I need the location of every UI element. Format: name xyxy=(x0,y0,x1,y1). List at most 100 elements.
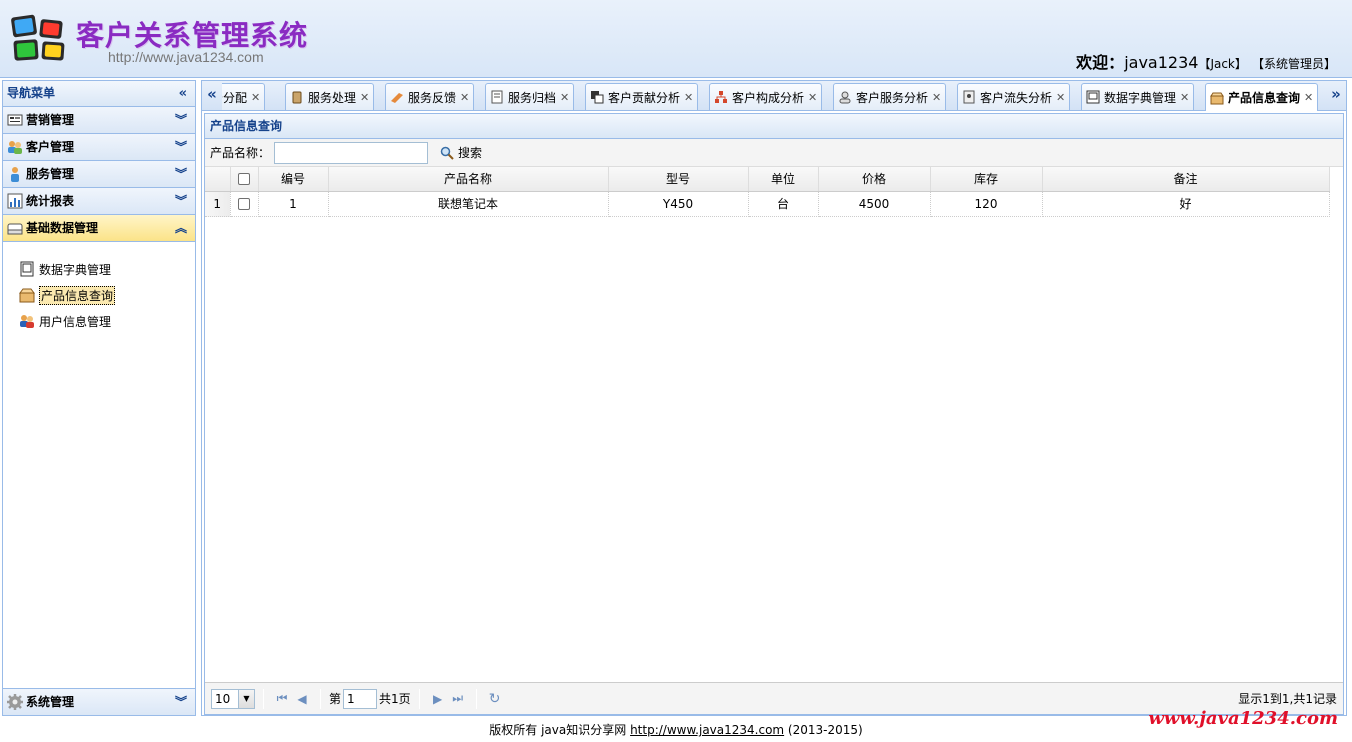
tab-data-dictionary[interactable]: 数据字典管理 ✕ xyxy=(1081,83,1195,110)
sidebar-item-label: 用户信息管理 xyxy=(39,314,112,329)
product-icon xyxy=(1210,92,1224,104)
tab-customer-service-analysis[interactable]: 客户服务分析 ✕ xyxy=(833,83,947,110)
marketing-icon xyxy=(7,114,23,126)
sidebar-item-dictionary[interactable]: 数据字典管理 xyxy=(19,256,195,282)
close-icon[interactable]: ✕ xyxy=(251,91,260,104)
sidebar-item-product[interactable]: 产品信息查询 xyxy=(19,282,195,308)
watermark: www.java1234.com xyxy=(1148,708,1338,729)
page-prefix: 第 xyxy=(329,692,342,706)
logo-icon xyxy=(11,14,65,61)
close-icon[interactable]: ✕ xyxy=(360,91,369,104)
column-header-unit[interactable]: 单位 xyxy=(748,167,819,192)
select-all-cell xyxy=(230,167,259,192)
footer-link[interactable]: http://www.java1234.com xyxy=(630,723,784,737)
row-checkbox[interactable] xyxy=(238,198,250,211)
column-header-stock[interactable]: 库存 xyxy=(930,167,1043,192)
column-header-price[interactable]: 价格 xyxy=(818,167,931,192)
nav-section-label: 营销管理 xyxy=(26,113,75,127)
grid-header: 编号 产品名称 型号 单位 价格 库存 备注 xyxy=(205,167,1330,192)
tab-service-feedback[interactable]: 服务反馈 ✕ xyxy=(385,83,475,110)
tab-label: 数据字典管理 xyxy=(1104,90,1177,105)
column-header-id[interactable]: 编号 xyxy=(258,167,329,192)
nav-section-marketing[interactable]: 营销管理 ︾ xyxy=(3,107,195,134)
nav-section-label: 服务管理 xyxy=(26,167,75,181)
nav-section-customer[interactable]: 客户管理 ︾ xyxy=(3,134,195,161)
sidebar-item-label: 数据字典管理 xyxy=(39,262,112,277)
gear-icon xyxy=(7,694,23,710)
tab-service-process[interactable]: 服务处理 ✕ xyxy=(285,83,375,110)
refresh-icon[interactable]: ↻ xyxy=(485,691,505,707)
tab-product-query[interactable]: 产品信息查询 ✕ xyxy=(1205,83,1319,111)
service-icon xyxy=(11,167,19,182)
first-page-icon[interactable]: ⏮ xyxy=(272,691,292,706)
nav-section-label: 客户管理 xyxy=(26,140,75,154)
chevron-up-icon[interactable]: ︽ xyxy=(175,215,187,241)
cell-stock: 120 xyxy=(930,191,1043,217)
chevron-down-icon[interactable]: ︾ xyxy=(175,161,187,187)
tab-service-assign[interactable]: 服务分配✕ xyxy=(222,83,266,110)
chevron-down-icon[interactable]: ︾ xyxy=(175,107,187,133)
dropdown-arrow-icon[interactable]: ▼ xyxy=(238,689,254,708)
loss-icon xyxy=(963,90,975,104)
search-toolbar: 产品名称： 搜索 xyxy=(205,139,1343,167)
search-button-label: 搜索 xyxy=(458,146,483,160)
tab-label: 服务反馈 xyxy=(408,90,457,105)
tab-customer-structure[interactable]: 客户构成分析 ✕ xyxy=(709,83,823,110)
close-icon[interactable]: ✕ xyxy=(684,91,693,104)
column-header-name[interactable]: 产品名称 xyxy=(328,167,609,192)
product-name-input[interactable] xyxy=(274,141,429,164)
close-icon[interactable]: ✕ xyxy=(1056,91,1065,104)
app-title: 客户关系管理系统 xyxy=(76,19,309,52)
search-button[interactable]: 搜索 xyxy=(440,144,482,161)
contribution-icon xyxy=(591,91,604,104)
tab-scroll-right-icon[interactable]: » xyxy=(1326,81,1346,110)
page-size-select[interactable]: 10 ▼ xyxy=(211,688,255,709)
service-analysis-icon xyxy=(839,91,851,104)
pager-separator xyxy=(320,688,321,709)
tab-label: 服务处理 xyxy=(308,90,357,105)
last-page-icon[interactable]: ⏭ xyxy=(448,691,468,706)
tab-label: 服务分配 xyxy=(222,90,248,105)
close-icon[interactable]: ✕ xyxy=(460,91,469,104)
product-query-panel: 产品信息查询 产品名称： 搜索 编号 产品名称 型号 单位 价格 库存 备注 1… xyxy=(204,113,1344,715)
true-name: 【Jack】 xyxy=(1198,57,1247,71)
tab-customer-contribution[interactable]: 客户贡献分析 ✕ xyxy=(585,83,699,110)
table-row[interactable]: 1 1 联想笔记本 Y450 台 4500 120 好 xyxy=(205,191,1330,217)
report-icon xyxy=(7,193,23,209)
main-area: « 服务分配✕ 服务处理✕ 服务反馈✕ 服务归档✕ 客户贡献分析✕ xyxy=(201,80,1347,716)
select-all-checkbox[interactable] xyxy=(238,173,250,186)
nav-section-report[interactable]: 统计报表 ︾ xyxy=(3,188,195,215)
close-icon[interactable]: ✕ xyxy=(560,91,569,104)
tab-label: 客户服务分析 xyxy=(856,90,929,105)
next-page-icon[interactable]: ▶ xyxy=(428,692,448,706)
close-icon[interactable]: ✕ xyxy=(808,91,817,104)
rownum-header xyxy=(205,167,231,192)
chevron-down-icon[interactable]: ︾ xyxy=(175,689,187,715)
process-icon xyxy=(292,91,302,104)
cell-model: Y450 xyxy=(608,191,749,217)
nav-section-service[interactable]: 服务管理 ︾ xyxy=(3,161,195,188)
nav-section-basic-data[interactable]: 基础数据管理 ︽ xyxy=(3,215,195,242)
tab-label: 客户构成分析 xyxy=(732,90,805,105)
nav-section-system[interactable]: 系统管理 ︾ xyxy=(3,688,195,715)
close-icon[interactable]: ✕ xyxy=(932,91,941,104)
users-icon xyxy=(20,315,34,328)
chevron-down-icon[interactable]: ︾ xyxy=(175,134,187,160)
tab-scroll-left-icon[interactable]: « xyxy=(202,81,222,110)
chevron-down-icon[interactable]: ︾ xyxy=(175,188,187,214)
customer-icon xyxy=(8,141,22,154)
close-icon[interactable]: ✕ xyxy=(1304,91,1313,104)
column-header-remark[interactable]: 备注 xyxy=(1042,167,1330,192)
role-label: 【系统管理员】 xyxy=(1251,57,1336,71)
column-header-model[interactable]: 型号 xyxy=(608,167,749,192)
page-number-input[interactable] xyxy=(343,688,378,709)
tab-service-archive[interactable]: 服务归档 ✕ xyxy=(485,83,575,110)
tab-customer-loss[interactable]: 客户流失分析 ✕ xyxy=(957,83,1071,110)
panel-title: 产品信息查询 xyxy=(205,114,1343,139)
tab-bar: « 服务分配✕ 服务处理✕ 服务反馈✕ 服务归档✕ 客户贡献分析✕ xyxy=(202,81,1346,111)
sidebar-item-users[interactable]: 用户信息管理 xyxy=(19,308,195,334)
close-icon[interactable]: ✕ xyxy=(1180,91,1189,104)
nav-section-label: 统计报表 xyxy=(26,194,75,208)
collapse-left-icon[interactable]: « xyxy=(179,81,187,106)
prev-page-icon[interactable]: ◀ xyxy=(292,692,312,706)
